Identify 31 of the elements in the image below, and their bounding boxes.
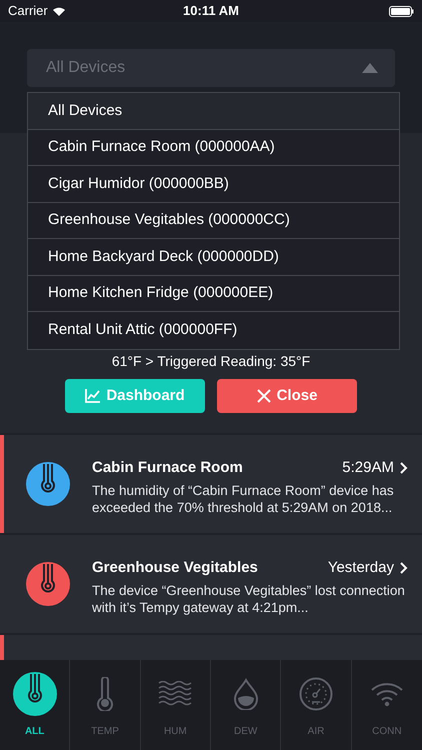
wifi-icon — [370, 680, 404, 706]
menu-item[interactable]: Cigar Humidor (000000BB) — [28, 166, 399, 202]
reading-text: 61°F > Triggered Reading: 35°F — [112, 353, 310, 370]
alert-title: Cabin Furnace Room — [92, 458, 243, 478]
carrier-label: Carrier — [8, 2, 48, 20]
tab[interactable]: ALL — [0, 660, 70, 750]
menu-item[interactable]: Cabin Furnace Room (000000AA) — [28, 130, 399, 166]
thermometer-icon — [12, 672, 57, 716]
alert-title: Greenhouse Vegitables — [92, 558, 258, 578]
chevron-icon — [400, 462, 408, 474]
alert-message: The humidity of “Cabin Furnace Room” device has exceeded the 70% threshold at 5:29AM on 2018... — [92, 482, 395, 516]
wifi-icon — [52, 6, 66, 16]
alert-row[interactable]: Greenhouse Vegitables Yesterday The device “Greenhouse Vegitables” lost connection with it’s Tempy gateway at 4:21pm... — [0, 535, 422, 633]
alert-row[interactable]: Cabin Furnace Room 5:29AM The humidity of “Cabin Furnace Room” device has exceeded the 70% threshold at 5:29AM on 2018... — [0, 435, 422, 533]
menu-item[interactable]: Rental Unit Attic (000000FF) — [28, 312, 399, 348]
alert-message: The device “Greenhouse Vegitables” lost connection with it’s Tempy gateway at 4:21pm... — [92, 582, 406, 616]
menu-item[interactable]: Home Kitchen Fridge (000000EE) — [28, 276, 399, 312]
alert-time: Yesterday — [328, 558, 394, 578]
gauge-icon — [298, 676, 333, 710]
close-icon — [256, 389, 271, 403]
battery-icon — [388, 6, 414, 16]
thermometer-icon — [96, 676, 113, 710]
chevron-icon — [400, 562, 408, 574]
chart-icon — [85, 389, 100, 403]
droplet-icon — [232, 678, 259, 710]
menu-item[interactable]: Greenhouse Vegitables (000000CC) — [28, 202, 399, 239]
waves-icon — [158, 680, 192, 706]
menu-item[interactable]: All Devices — [28, 93, 399, 130]
alert-time: 5:29AM — [342, 458, 394, 478]
menu-item[interactable]: Home Backyard Deck (000000DD) — [28, 239, 399, 276]
status-time: 10:11 AM — [183, 2, 239, 20]
